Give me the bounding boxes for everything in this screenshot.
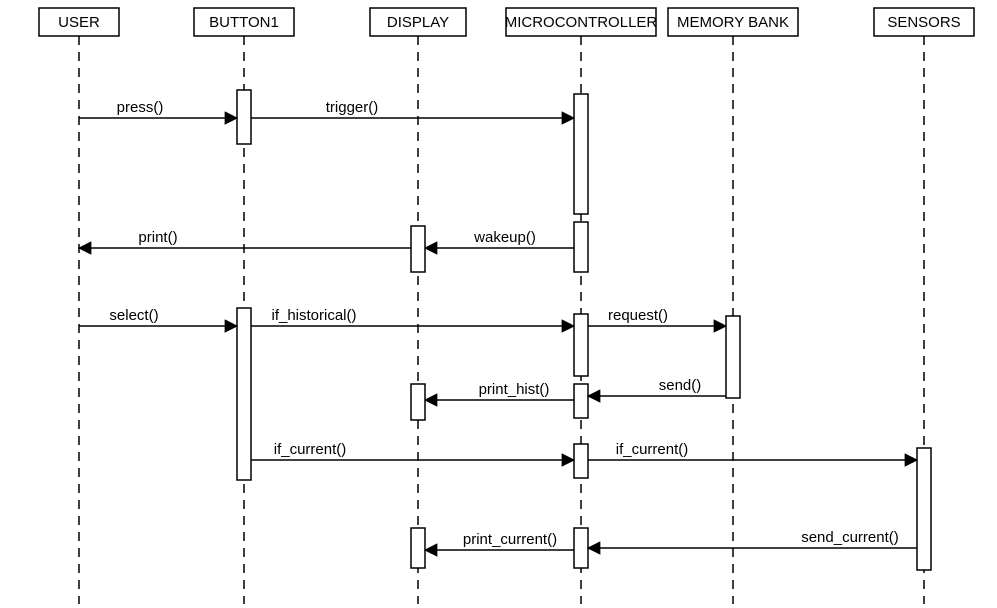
msg-if-current-1-label: if_current() bbox=[274, 441, 347, 458]
participant-button1: BUTTON1 bbox=[194, 8, 294, 36]
activation-button1-2 bbox=[237, 308, 251, 480]
activation-display-1 bbox=[411, 226, 425, 272]
participant-user: USER bbox=[39, 8, 119, 36]
activation-button1-1 bbox=[237, 90, 251, 144]
participant-display-label: DISPLAY bbox=[387, 14, 449, 31]
activation-mcu-1 bbox=[574, 94, 588, 214]
activation-display-2 bbox=[411, 384, 425, 420]
activation-display-3 bbox=[411, 528, 425, 568]
activation-mcu-4 bbox=[574, 384, 588, 418]
participant-memory-bank: MEMORY BANK bbox=[668, 8, 798, 36]
msg-print-hist-label: print_hist() bbox=[479, 381, 550, 398]
participant-memory-bank-label: MEMORY BANK bbox=[677, 14, 789, 31]
msg-request-label: request() bbox=[608, 307, 668, 324]
participant-display: DISPLAY bbox=[370, 8, 466, 36]
msg-print-label: print() bbox=[138, 229, 177, 246]
activation-mcu-3 bbox=[574, 314, 588, 376]
msg-if-current-2-label: if_current() bbox=[616, 441, 689, 458]
activation-membank-1 bbox=[726, 316, 740, 398]
participant-microcontroller: MICROCONTROLLER bbox=[505, 8, 658, 36]
msg-press-label: press() bbox=[117, 99, 164, 116]
msg-select-label: select() bbox=[109, 307, 158, 324]
participant-microcontroller-label: MICROCONTROLLER bbox=[505, 14, 658, 31]
participant-sensors: SENSORS bbox=[874, 8, 974, 36]
msg-send-label: send() bbox=[659, 377, 702, 394]
msg-wakeup-label: wakeup() bbox=[473, 229, 536, 246]
msg-send-current-label: send_current() bbox=[801, 529, 899, 546]
activation-sensors-1 bbox=[917, 448, 931, 570]
msg-trigger-label: trigger() bbox=[326, 99, 379, 116]
sequence-diagram: USER BUTTON1 DISPLAY MICROCONTROLLER MEM… bbox=[0, 0, 997, 608]
msg-if-historical-label: if_historical() bbox=[271, 307, 356, 324]
activation-mcu-6 bbox=[574, 528, 588, 568]
activation-mcu-5 bbox=[574, 444, 588, 478]
participant-button1-label: BUTTON1 bbox=[209, 14, 279, 31]
msg-print-current-label: print_current() bbox=[463, 531, 557, 548]
activation-mcu-2 bbox=[574, 222, 588, 272]
participant-user-label: USER bbox=[58, 14, 100, 31]
participant-sensors-label: SENSORS bbox=[887, 14, 960, 31]
